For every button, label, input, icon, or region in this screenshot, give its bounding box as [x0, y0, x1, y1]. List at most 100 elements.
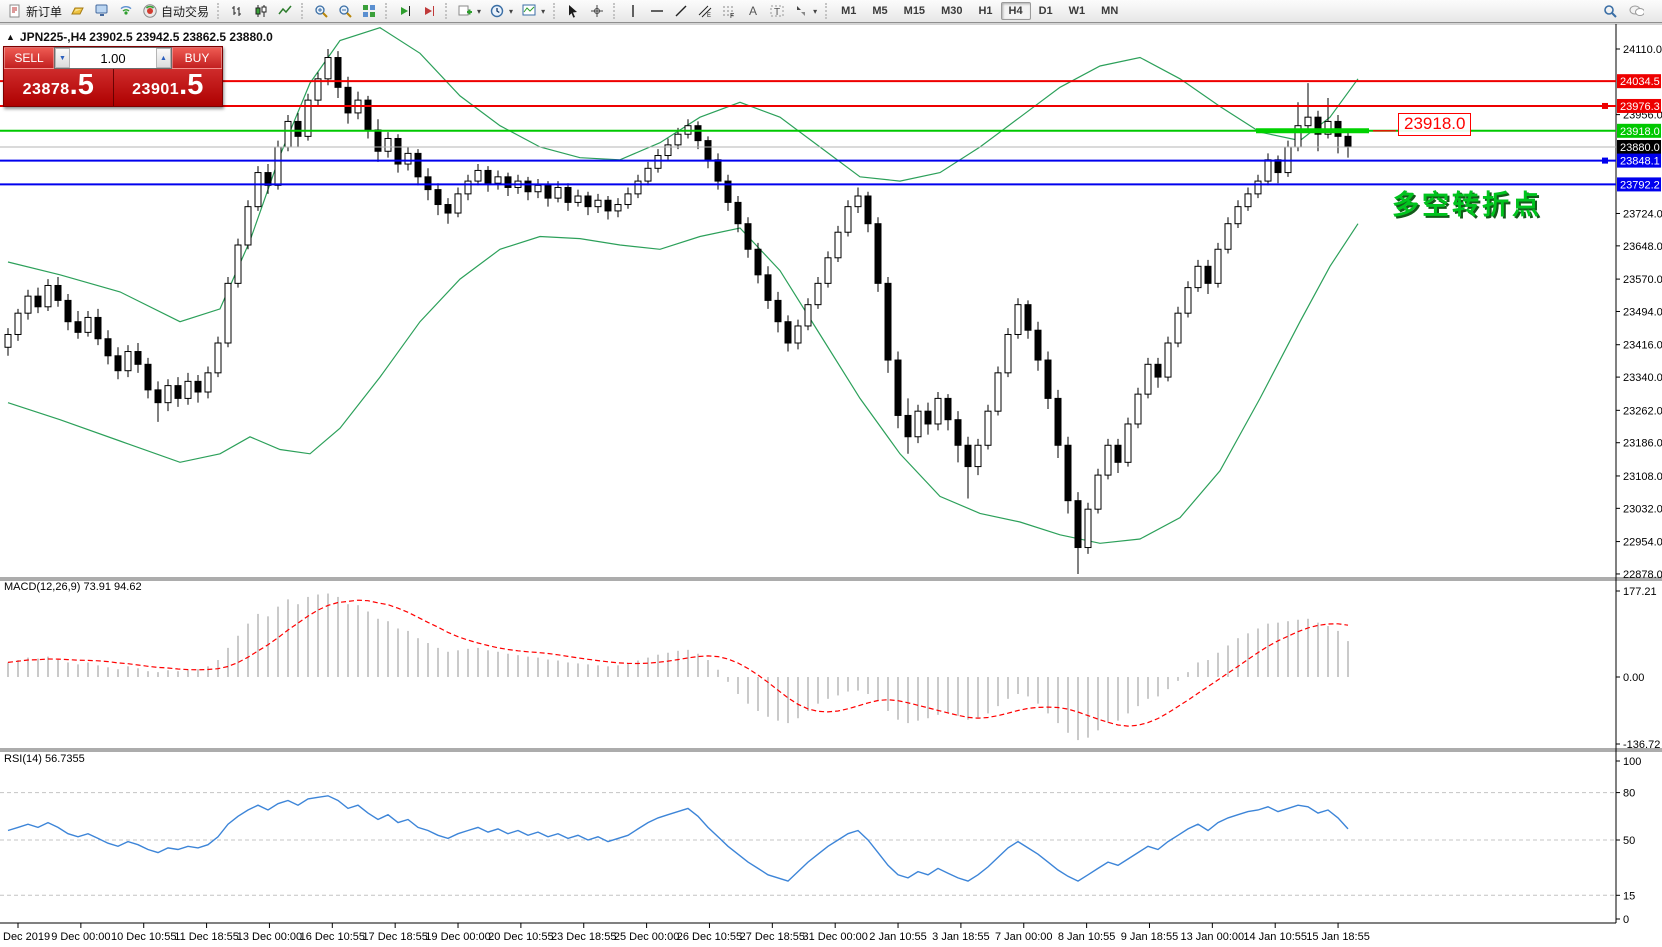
- candlestick[interactable]: [165, 386, 171, 403]
- candlestick[interactable]: [1125, 424, 1131, 462]
- candlestick[interactable]: [1145, 364, 1151, 394]
- candlestick[interactable]: [145, 364, 151, 390]
- tab-timeframe-w1[interactable]: W1: [1061, 2, 1094, 20]
- candlestick[interactable]: [1265, 160, 1271, 181]
- horizontal-line-button[interactable]: [645, 2, 669, 20]
- candlestick[interactable]: [745, 224, 751, 250]
- candlestick[interactable]: [345, 87, 351, 113]
- auto-scroll-button[interactable]: [393, 2, 417, 20]
- candlestick[interactable]: [125, 352, 131, 371]
- candlestick[interactable]: [995, 373, 1001, 411]
- candlestick[interactable]: [875, 224, 881, 284]
- candlestick[interactable]: [1115, 445, 1121, 462]
- fibonacci-button[interactable]: F: [717, 2, 741, 20]
- line-handle[interactable]: [1602, 103, 1608, 109]
- candlestick[interactable]: [625, 194, 631, 205]
- candlestick[interactable]: [1025, 305, 1031, 331]
- chart-shift-button[interactable]: [417, 2, 441, 20]
- candlestick[interactable]: [1195, 266, 1201, 287]
- candlestick[interactable]: [525, 181, 531, 192]
- bar-chart-button[interactable]: [225, 2, 249, 20]
- candlestick[interactable]: [825, 258, 831, 284]
- zoom-in-button[interactable]: [309, 2, 333, 20]
- tab-timeframe-m30[interactable]: M30: [933, 2, 970, 20]
- candlestick[interactable]: [655, 156, 661, 169]
- candlestick[interactable]: [665, 145, 671, 156]
- candlestick[interactable]: [605, 200, 611, 211]
- candlestick[interactable]: [55, 285, 61, 300]
- candlestick[interactable]: [35, 296, 41, 307]
- candlestick[interactable]: [275, 147, 281, 185]
- candlestick[interactable]: [1085, 509, 1091, 547]
- candlestick[interactable]: [815, 283, 821, 304]
- candlestick[interactable]: [185, 381, 191, 398]
- candlestick[interactable]: [755, 249, 761, 275]
- candlestick[interactable]: [135, 352, 141, 365]
- candlestick[interactable]: [1155, 364, 1161, 377]
- candlestick[interactable]: [335, 58, 341, 88]
- candlestick[interactable]: [1175, 313, 1181, 343]
- tab-timeframe-m1[interactable]: M1: [833, 2, 864, 20]
- volume-down-button[interactable]: ▼: [55, 48, 70, 68]
- candlestick[interactable]: [455, 194, 461, 213]
- candlestick[interactable]: [365, 100, 371, 130]
- buy-button[interactable]: BUY: [172, 47, 222, 69]
- tile-windows-button[interactable]: [357, 2, 381, 20]
- candlestick[interactable]: [795, 326, 801, 343]
- candlestick[interactable]: [375, 130, 381, 151]
- candlestick[interactable]: [695, 126, 701, 141]
- candlestick[interactable]: [915, 411, 921, 437]
- tab-timeframe-d1[interactable]: D1: [1031, 2, 1061, 20]
- candlestick[interactable]: [15, 313, 21, 334]
- candlestick[interactable]: [845, 207, 851, 233]
- candlestick[interactable]: [1005, 334, 1011, 372]
- candlestick[interactable]: [955, 420, 961, 446]
- candlestick[interactable]: [535, 185, 541, 191]
- candlestick[interactable]: [215, 343, 221, 373]
- candlestick[interactable]: [495, 177, 501, 183]
- candlestick[interactable]: [1055, 398, 1061, 445]
- candlestick[interactable]: [885, 283, 891, 360]
- candlestick[interactable]: [435, 190, 441, 205]
- crosshair-button[interactable]: [585, 2, 609, 20]
- text-button[interactable]: A: [741, 2, 765, 20]
- candlestick[interactable]: [835, 232, 841, 258]
- line-chart-button[interactable]: [273, 2, 297, 20]
- candlestick[interactable]: [65, 300, 71, 321]
- candlestick[interactable]: [985, 411, 991, 445]
- trendline-button[interactable]: [669, 2, 693, 20]
- candlestick[interactable]: [855, 196, 861, 207]
- candlestick[interactable]: [45, 285, 51, 306]
- chart-canvas[interactable]: 24110.023956.023724.023648.023570.023494…: [0, 0, 1662, 947]
- volume-up-button[interactable]: ▲: [156, 48, 171, 68]
- candlestick[interactable]: [325, 58, 331, 79]
- candlestick[interactable]: [1075, 501, 1081, 548]
- candlestick[interactable]: [445, 205, 451, 214]
- candlestick[interactable]: [865, 196, 871, 224]
- candlestick[interactable]: [1235, 207, 1241, 224]
- price-callout-label[interactable]: 23918.0: [1398, 113, 1471, 136]
- candlestick[interactable]: [175, 386, 181, 399]
- candlestick[interactable]: [895, 360, 901, 415]
- cursor-button[interactable]: [561, 2, 585, 20]
- candlestick[interactable]: [1165, 343, 1171, 377]
- candlestick[interactable]: [1345, 136, 1351, 147]
- candlestick[interactable]: [405, 153, 411, 164]
- candlestick[interactable]: [715, 160, 721, 181]
- candlestick[interactable]: [735, 202, 741, 223]
- candlestick[interactable]: [805, 305, 811, 326]
- candlestick[interactable]: [415, 153, 421, 176]
- candlestick[interactable]: [1225, 224, 1231, 250]
- candlestick[interactable]: [255, 173, 261, 207]
- candlestick[interactable]: [85, 317, 91, 332]
- candlestick[interactable]: [1255, 181, 1261, 194]
- candlestick[interactable]: [1185, 288, 1191, 314]
- candlestick[interactable]: [1015, 305, 1021, 335]
- candlestick[interactable]: [485, 170, 491, 183]
- candlestick[interactable]: [905, 415, 911, 436]
- arrows-button[interactable]: ▾: [789, 2, 821, 20]
- vertical-line-button[interactable]: [621, 2, 645, 20]
- tab-timeframe-m5[interactable]: M5: [864, 2, 895, 20]
- candlestick[interactable]: [285, 121, 291, 147]
- periods-button[interactable]: ▾: [485, 2, 517, 20]
